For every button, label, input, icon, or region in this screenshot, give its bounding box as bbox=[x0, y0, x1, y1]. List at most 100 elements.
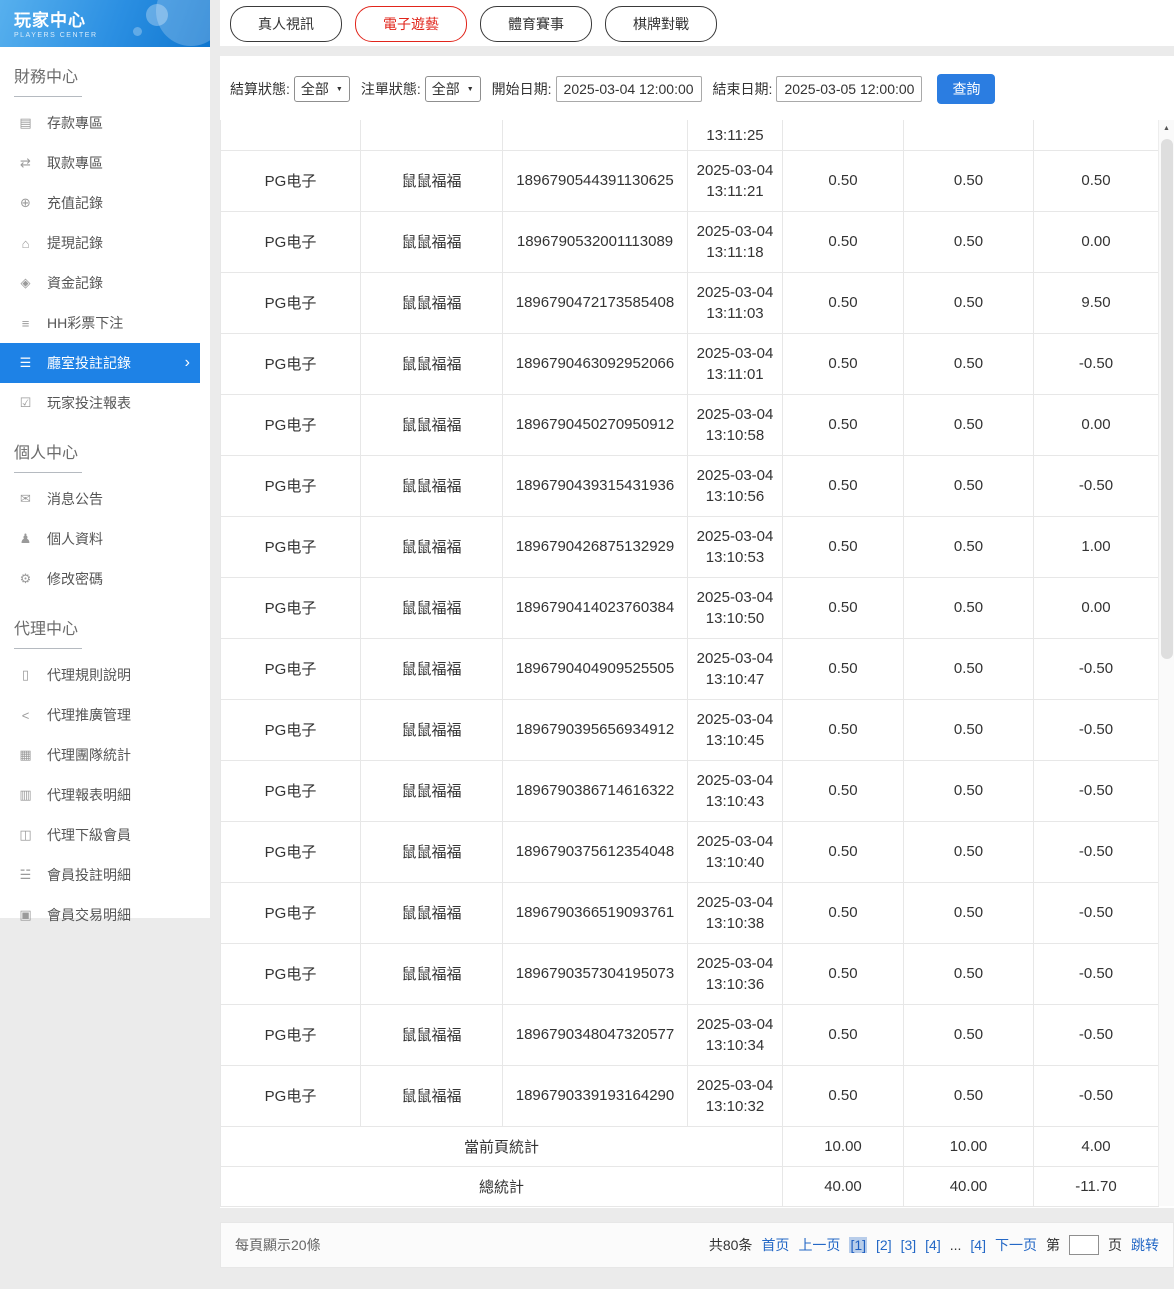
sidebar-item[interactable]: ☑ 玩家投注報表 bbox=[0, 383, 200, 423]
transaction-detail-icon: ▣ bbox=[19, 907, 32, 922]
order-id-cell: 1896790544391130625 bbox=[502, 149, 688, 212]
valid-bet-cell: 0.50 bbox=[903, 271, 1034, 334]
provider-cell: PG电子 bbox=[220, 454, 361, 517]
order-id-cell: 1896790414023760384 bbox=[502, 576, 688, 639]
order-id-cell: 1896790472173585408 bbox=[502, 271, 688, 334]
sidebar-item[interactable]: ⚙ 修改密碼 bbox=[0, 559, 200, 599]
main-content: 真人視訊 電子遊藝 體育賽事 棋牌對戰 結算狀態: 全部 ▼ 注單狀態: 全部 ▼ 開… bbox=[220, 0, 1174, 1289]
total-win-cell: 4.00 bbox=[1033, 1125, 1159, 1167]
start-date-input[interactable] bbox=[555, 76, 702, 102]
user-icon: ♟ bbox=[19, 531, 32, 546]
category-tab[interactable]: 電子遊藝 bbox=[355, 6, 467, 42]
sidebar-item[interactable]: ▦ 代理團隊統計 bbox=[0, 735, 200, 775]
table-row-partial: 13:11:25 bbox=[220, 120, 1159, 151]
sidebar-item[interactable]: ◫ 代理下級會員 bbox=[0, 815, 200, 855]
room-bet-record-icon: ☰ bbox=[19, 355, 32, 370]
next-page-link[interactable]: 下一页 bbox=[995, 1235, 1037, 1255]
sidebar: 玩家中心 PLAYERS CENTER 財務中心 ▤ 存款專區 ⇄ 取款專區 ⊕ 充值記錄 ⌂… bbox=[0, 0, 210, 923]
bet-amount-cell: 0.50 bbox=[782, 271, 904, 334]
sidebar-item-label: 修改密碼 bbox=[47, 571, 103, 587]
datetime-cell: 2025-03-04 13:10:53 bbox=[687, 515, 783, 578]
sidebar-item-label: 充值記錄 bbox=[47, 195, 103, 211]
sidebar-item-label: 代理規則說明 bbox=[47, 667, 131, 683]
scrollbar-thumb[interactable] bbox=[1161, 139, 1173, 659]
win-loss-cell: 0.00 bbox=[1033, 393, 1159, 456]
page-jump-input[interactable] bbox=[1069, 1235, 1099, 1255]
section-header: 財務中心 bbox=[14, 63, 210, 97]
page-link[interactable]: [2] bbox=[876, 1237, 892, 1253]
table-row: PG电子 鼠鼠福福 1896790532001113089 2025-03-04 13:… bbox=[220, 210, 1159, 273]
sidebar-item[interactable]: ≡ HH彩票下注 bbox=[0, 303, 200, 343]
page-link[interactable]: [4] bbox=[970, 1237, 986, 1253]
document-icon: ▯ bbox=[21, 667, 30, 682]
total-label-cell: 當前頁統計 bbox=[220, 1125, 783, 1167]
provider-cell: PG电子 bbox=[220, 332, 361, 395]
date-line: 2025-03-04 bbox=[696, 893, 774, 911]
time-line: 13:10:53 bbox=[705, 548, 765, 566]
sidebar-item[interactable]: ◈ 資金記錄 bbox=[0, 263, 200, 303]
end-date-input[interactable] bbox=[776, 76, 923, 102]
section-header: 代理中心 bbox=[14, 615, 210, 649]
sidebar-item[interactable]: ✉ 消息公告 bbox=[0, 479, 200, 519]
time-line: 13:10:47 bbox=[705, 670, 765, 688]
sidebar-item-label: 代理團隊統計 bbox=[47, 747, 131, 763]
sidebar-item-label: 玩家投注報表 bbox=[47, 395, 131, 411]
time-line: 13:11:18 bbox=[706, 243, 764, 261]
game-cell: 鼠鼠福福 bbox=[360, 332, 503, 395]
order-id-cell: 1896790532001113089 bbox=[502, 210, 688, 273]
order-id-cell: 1896790366519093761 bbox=[502, 881, 688, 944]
datetime-cell: 2025-03-04 13:11:21 bbox=[687, 149, 783, 212]
win-loss-cell: 0.50 bbox=[1033, 149, 1159, 212]
sidebar-item[interactable]: ⌂ 提現記錄 bbox=[0, 223, 200, 263]
sidebar-item[interactable]: ☰ 廳室投註記錄 › bbox=[0, 343, 200, 383]
table-cell bbox=[360, 120, 503, 151]
provider-cell: PG电子 bbox=[220, 820, 361, 883]
time-line: 13:10:45 bbox=[705, 731, 765, 749]
withdraw-icon: ⇄ bbox=[20, 155, 31, 170]
current-page[interactable]: [1] bbox=[849, 1237, 868, 1253]
game-cell: 鼠鼠福福 bbox=[360, 637, 503, 700]
jump-link[interactable]: 跳转 bbox=[1131, 1235, 1159, 1255]
prev-page-link[interactable]: 上一页 bbox=[798, 1235, 840, 1255]
scroll-up-arrow-icon[interactable]: ▲ bbox=[1159, 120, 1174, 137]
bet-records-table: 13:11:25 PG电子 鼠鼠福福 1896790544391130625 2025-… bbox=[220, 120, 1159, 1207]
date-line: 2025-03-04 bbox=[696, 1076, 774, 1094]
page-link[interactable]: [3] bbox=[901, 1237, 917, 1253]
sidebar-item[interactable]: < 代理推廣管理 bbox=[0, 695, 200, 735]
provider-cell: PG电子 bbox=[220, 515, 361, 578]
provider-cell: PG电子 bbox=[220, 942, 361, 1005]
sidebar-item[interactable]: ▥ 代理報表明細 bbox=[0, 775, 200, 815]
sidebar-item[interactable]: ⊕ 充值記錄 bbox=[0, 183, 200, 223]
sidebar-item[interactable]: ☱ 會員投註明細 bbox=[0, 855, 200, 895]
sidebar-item[interactable]: ♟ 個人資料 bbox=[0, 519, 200, 559]
recharge-record-icon: ⊕ bbox=[20, 195, 31, 210]
funds-record-icon: ◈ bbox=[20, 275, 31, 290]
page-link[interactable]: [4] bbox=[925, 1237, 941, 1253]
valid-bet-cell: 0.50 bbox=[903, 149, 1034, 212]
section-header: 個人中心 bbox=[14, 439, 210, 473]
table-scrollbar[interactable]: ▲ bbox=[1158, 120, 1174, 1206]
query-button[interactable]: 查詢 bbox=[937, 74, 996, 104]
datetime-cell: 2025-03-04 13:10:58 bbox=[687, 393, 783, 456]
valid-bet-cell: 0.50 bbox=[903, 454, 1034, 517]
first-page-link[interactable]: 首页 bbox=[761, 1235, 789, 1255]
table-row: PG电子 鼠鼠福福 1896790366519093761 2025-03-04 13:… bbox=[220, 881, 1159, 944]
category-tab[interactable]: 棋牌對戰 bbox=[605, 6, 717, 42]
date-line: 2025-03-04 bbox=[696, 588, 774, 606]
order-status-select[interactable]: 全部 ▼ bbox=[424, 76, 481, 102]
table-row: PG电子 鼠鼠福福 1896790472173585408 2025-03-04 13:… bbox=[220, 271, 1159, 334]
sidebar-item[interactable]: ▤ 存款專區 bbox=[0, 103, 200, 143]
date-line: 2025-03-04 bbox=[696, 344, 774, 362]
time-line: 13:10:36 bbox=[705, 975, 765, 993]
report-detail-icon: ▥ bbox=[19, 787, 32, 802]
category-tab[interactable]: 真人視訊 bbox=[230, 6, 342, 42]
settle-status-select[interactable]: 全部 ▼ bbox=[293, 76, 350, 102]
sidebar-item[interactable]: ⇄ 取款專區 bbox=[0, 143, 200, 183]
total-bet-cell: 10.00 bbox=[782, 1125, 904, 1167]
date-line: 2025-03-04 bbox=[696, 710, 774, 728]
valid-bet-cell: 0.50 bbox=[903, 1003, 1034, 1066]
sidebar-item[interactable]: ▯ 代理規則說明 bbox=[0, 655, 200, 695]
category-tab[interactable]: 體育賽事 bbox=[480, 6, 592, 42]
sidebar-item[interactable]: ▣ 會員交易明細 bbox=[0, 895, 200, 935]
bet-amount-cell: 0.50 bbox=[782, 759, 904, 822]
